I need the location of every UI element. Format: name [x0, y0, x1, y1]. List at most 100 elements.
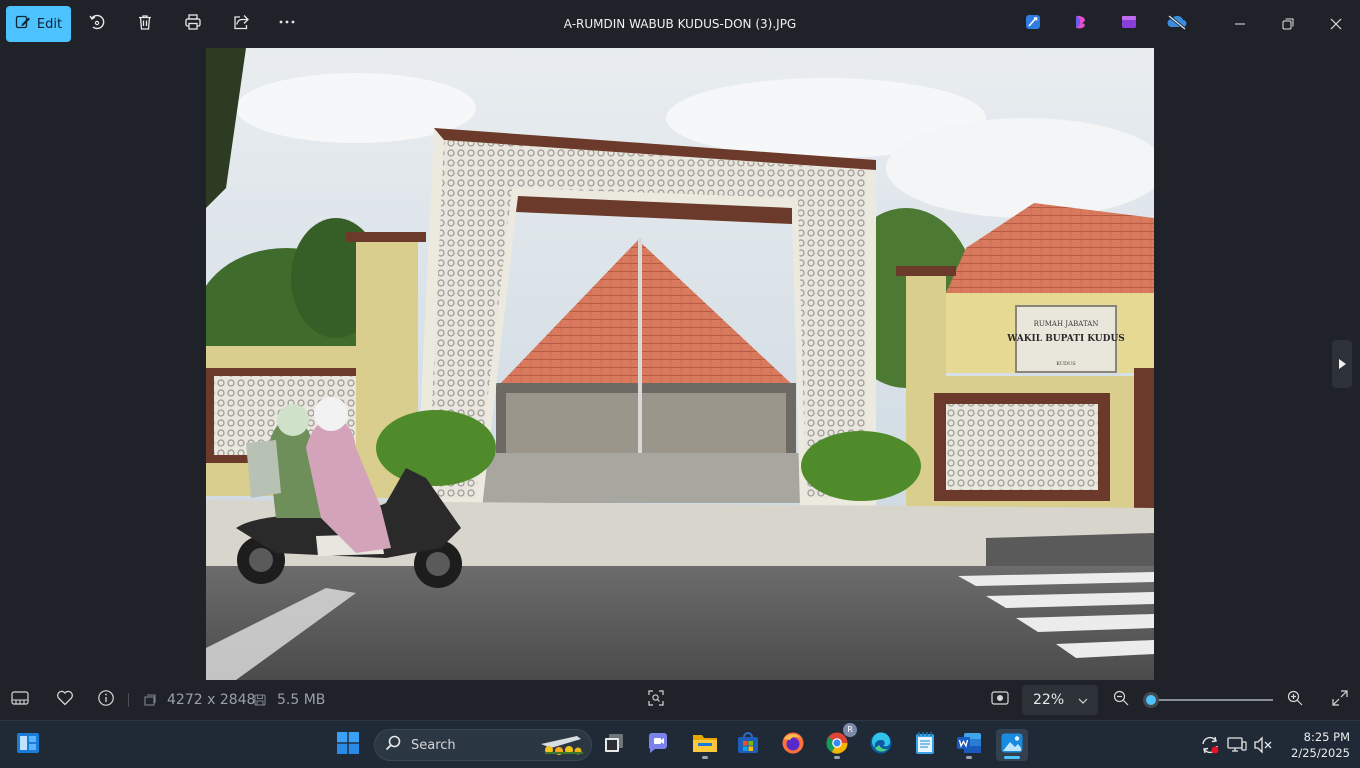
- clipchamp-app-button[interactable]: [1069, 12, 1093, 36]
- photos-app-button[interactable]: [996, 729, 1028, 761]
- firefox-icon: [781, 731, 805, 759]
- actual-size-button[interactable]: [988, 688, 1012, 712]
- status-bar: 4272 x 2848 5.5 MB 22%: [0, 680, 1360, 720]
- close-icon: [1330, 15, 1342, 34]
- edge-button[interactable]: [865, 729, 897, 761]
- zoom-in-icon: [1287, 690, 1303, 710]
- minimize-button[interactable]: [1217, 0, 1263, 48]
- active-indicator: [1004, 756, 1020, 759]
- onedrive-cloud-off-icon: [1166, 13, 1188, 35]
- edit-label: Edit: [36, 16, 63, 32]
- visual-search-button[interactable]: [644, 688, 668, 712]
- clock-date: 2/25/2025: [1291, 746, 1350, 760]
- file-size-icon: [248, 688, 272, 712]
- folder-icon: [692, 732, 718, 758]
- zoom-level-value: 22%: [1033, 692, 1065, 708]
- windows-logo-icon: [337, 732, 359, 758]
- widgets-button[interactable]: [12, 729, 44, 761]
- heart-icon: [56, 690, 74, 710]
- file-info-button[interactable]: [94, 688, 118, 712]
- dimensions-icon: [138, 688, 162, 712]
- microsoft-store-button[interactable]: [732, 729, 764, 761]
- file-explorer-button[interactable]: [689, 729, 721, 761]
- teams-meet-button[interactable]: [643, 729, 675, 761]
- fullscreen-button[interactable]: [1328, 688, 1352, 712]
- start-button[interactable]: [332, 729, 364, 761]
- edit-icon: [15, 14, 31, 34]
- search-placeholder: Search: [411, 737, 456, 753]
- windows-taskbar: Search R 8:25 PM 2/25/2025: [0, 720, 1360, 768]
- filmstrip-icon: [11, 691, 29, 709]
- photos-app-window: Edit A-RUMDIN WABUB KUDUS-DON (3).JPG RU…: [0, 0, 1360, 720]
- task-view-button[interactable]: [598, 729, 630, 761]
- clipchamp-icon: [1072, 13, 1090, 35]
- sync-status-icon[interactable]: [1200, 735, 1220, 755]
- more-options-button[interactable]: [271, 8, 303, 40]
- chrome-button[interactable]: R: [821, 723, 857, 761]
- sign-line-1: RUMAH JABATAN: [1034, 320, 1099, 328]
- task-view-icon: [603, 733, 625, 757]
- network-display-icon[interactable]: [1227, 735, 1247, 755]
- zoom-level-dropdown[interactable]: 22%: [1022, 685, 1098, 715]
- edit-button[interactable]: Edit: [6, 6, 71, 42]
- ellipsis-icon: [278, 13, 296, 35]
- sign-line-2: WAKIL BUPATI KUDUS: [1006, 334, 1125, 344]
- photo-image: RUMAH JABATAN WAKIL BUPATI KUDUS KUDUS: [206, 48, 1154, 680]
- actual-size-icon: [991, 691, 1009, 709]
- taskbar-search-box[interactable]: Search: [374, 729, 592, 761]
- photos-icon: [1000, 731, 1024, 759]
- print-button[interactable]: [177, 8, 209, 40]
- zoom-slider-thumb[interactable]: [1143, 692, 1159, 708]
- video-editor-app-button[interactable]: [1117, 12, 1141, 36]
- next-image-button[interactable]: [1332, 340, 1352, 388]
- search-highlight-icon: [537, 730, 587, 760]
- zoom-slider[interactable]: [1143, 692, 1273, 708]
- search-icon: [385, 735, 401, 755]
- zoom-in-button[interactable]: [1283, 688, 1307, 712]
- filmstrip-button[interactable]: [8, 688, 32, 712]
- edge-icon: [869, 731, 893, 759]
- store-bag-icon: [736, 731, 760, 759]
- image-dimensions: 4272 x 2848: [167, 692, 256, 708]
- word-button[interactable]: [953, 729, 985, 761]
- printer-icon: [184, 13, 202, 35]
- running-indicator: [834, 756, 840, 759]
- onedrive-button[interactable]: [1165, 12, 1189, 36]
- trash-icon: [136, 13, 154, 35]
- window-title: A-RUMDIN WABUB KUDUS-DON (3).JPG: [563, 17, 797, 31]
- volume-muted-icon[interactable]: [1253, 735, 1273, 755]
- firefox-button[interactable]: [777, 729, 809, 761]
- restore-button[interactable]: [1265, 0, 1311, 48]
- restore-icon: [1282, 15, 1294, 34]
- status-divider: [128, 693, 129, 707]
- zoom-out-icon: [1113, 690, 1129, 710]
- zoom-out-button[interactable]: [1109, 688, 1133, 712]
- minimize-icon: [1234, 15, 1246, 34]
- notepad-icon: [914, 731, 936, 759]
- share-icon: [232, 13, 250, 35]
- title-bar: Edit A-RUMDIN WABUB KUDUS-DON (3).JPG: [0, 0, 1360, 48]
- word-icon: [956, 731, 982, 759]
- widgets-icon: [16, 732, 40, 758]
- photo-canvas[interactable]: RUMAH JABATAN WAKIL BUPATI KUDUS KUDUS: [206, 48, 1154, 680]
- expand-icon: [1332, 690, 1348, 710]
- close-button[interactable]: [1313, 0, 1359, 48]
- notepad-button[interactable]: [909, 729, 941, 761]
- delete-button[interactable]: [129, 8, 161, 40]
- favorite-button[interactable]: [53, 688, 77, 712]
- designer-icon: [1024, 13, 1042, 35]
- chevron-down-icon: [1078, 692, 1088, 708]
- video-editor-icon: [1120, 13, 1138, 35]
- rotate-icon: [88, 13, 106, 35]
- rotate-button[interactable]: [81, 8, 113, 40]
- video-chat-icon: [647, 732, 671, 758]
- taskbar-clock[interactable]: 8:25 PM 2/25/2025: [1280, 729, 1350, 761]
- chevron-right-icon: [1337, 355, 1347, 374]
- running-indicator: [702, 756, 708, 759]
- info-icon: [97, 689, 115, 711]
- designer-app-button[interactable]: [1021, 12, 1045, 36]
- share-button[interactable]: [225, 8, 257, 40]
- sign-line-3: KUDUS: [1056, 361, 1076, 367]
- running-indicator: [966, 756, 972, 759]
- visual-search-icon: [648, 690, 664, 710]
